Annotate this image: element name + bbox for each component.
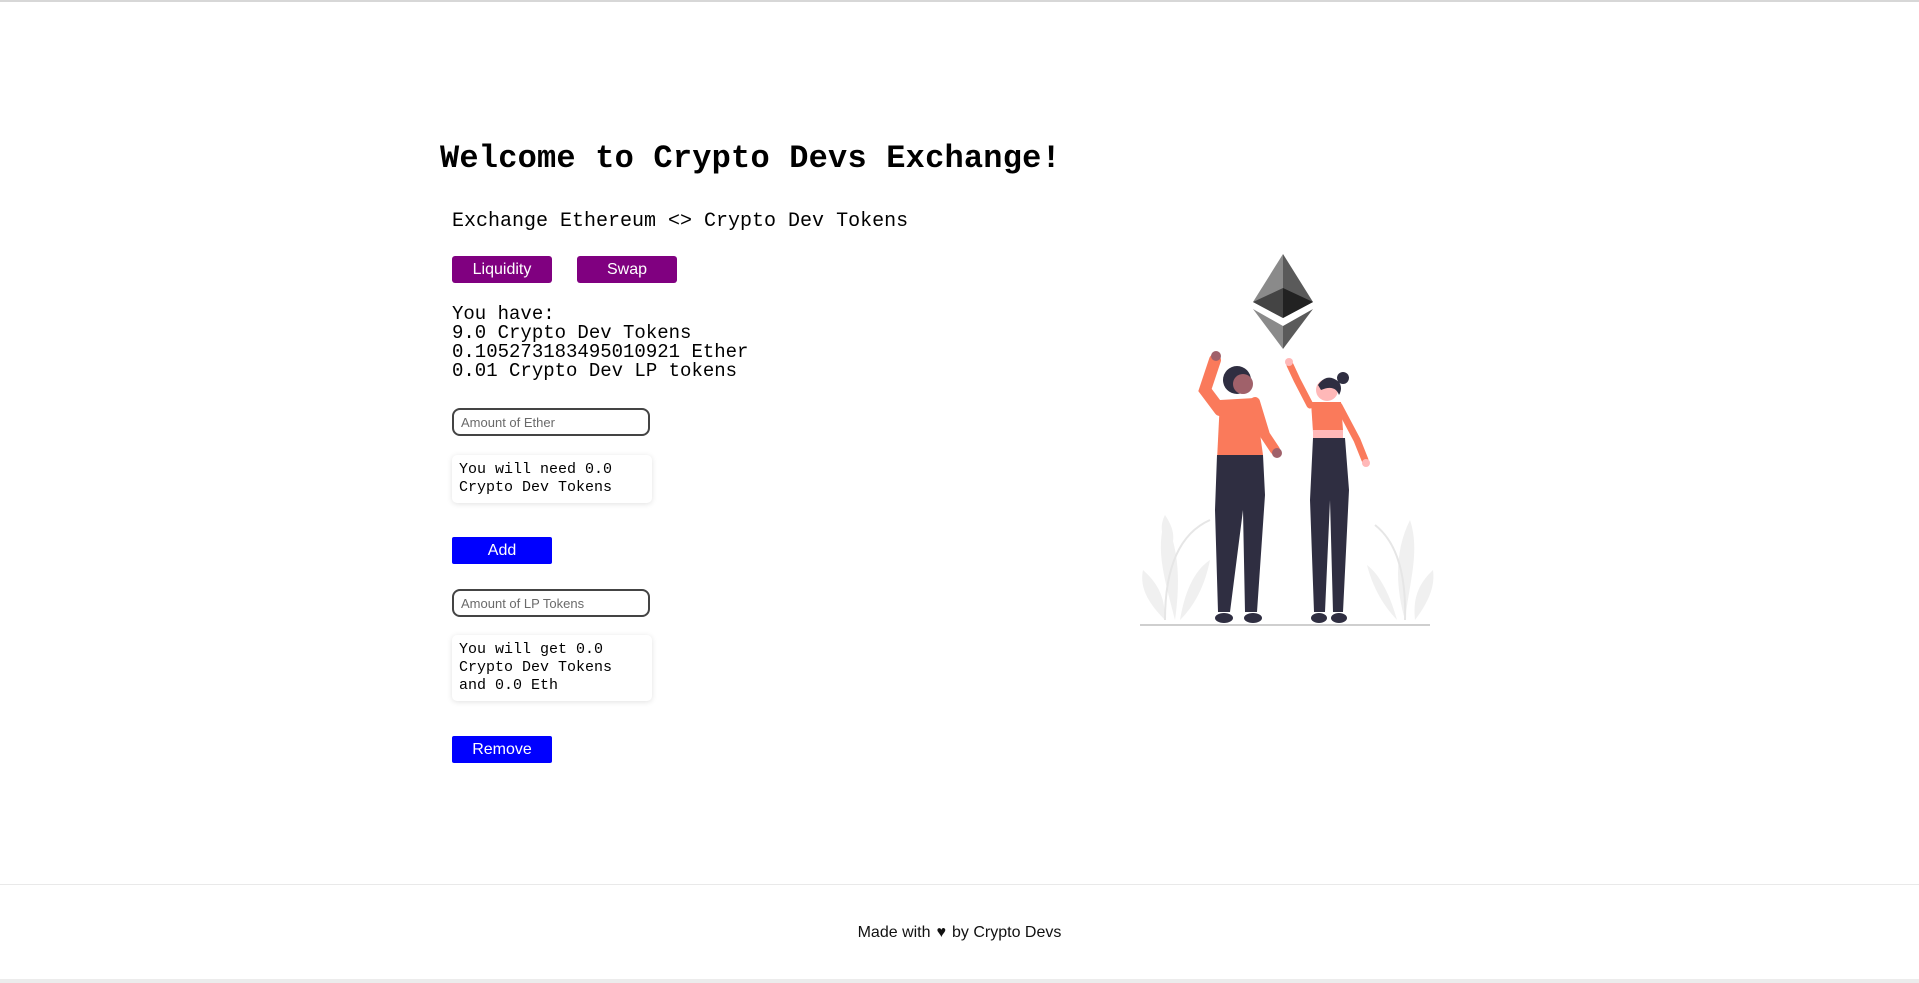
liquidity-tab-button[interactable]: Liquidity [452,256,552,283]
main-section: Welcome to Crypto Devs Exchange! Exchang… [440,140,1061,763]
footer-by-crypto-devs: by Crypto Devs [952,924,1062,941]
balances: You have: 9.0 Crypto Dev Tokens 0.105273… [452,305,748,381]
add-liquidity-button[interactable]: Add [452,537,552,564]
remove-liquidity-button[interactable]: Remove [452,736,552,763]
heart-icon: ♥ [936,924,947,941]
woman-figure [1285,358,1370,623]
plant-left [1142,515,1210,620]
illustration-svg [1140,254,1434,626]
tab-row: Liquidity Swap [452,256,677,283]
lp-tokens-amount-input[interactable] [452,589,650,617]
ethereum-logo-icon [1253,254,1313,349]
page: Welcome to Crypto Devs Exchange! Exchang… [0,0,1919,983]
page-description: Exchange Ethereum <> Crypto Dev Tokens [452,210,909,233]
ether-amount-input[interactable] [452,408,650,436]
footer-made-with: Made with [857,924,931,941]
crypto-devs-illustration [1135,250,1435,630]
balance-lp-tokens: 0.01 Crypto Dev LP tokens [452,360,738,382]
swap-tab-button[interactable]: Swap [577,256,677,283]
footer: Made with ♥ by Crypto Devs [0,884,1919,981]
man-figure [1198,351,1282,623]
get-tokens-card: You will get 0.0 Crypto Dev Tokens and 0… [452,635,652,701]
needed-tokens-card: You will need 0.0 Crypto Dev Tokens [452,455,652,503]
bottom-border [0,979,1919,983]
top-border [0,0,1919,2]
page-title: Welcome to Crypto Devs Exchange! [440,140,1061,177]
